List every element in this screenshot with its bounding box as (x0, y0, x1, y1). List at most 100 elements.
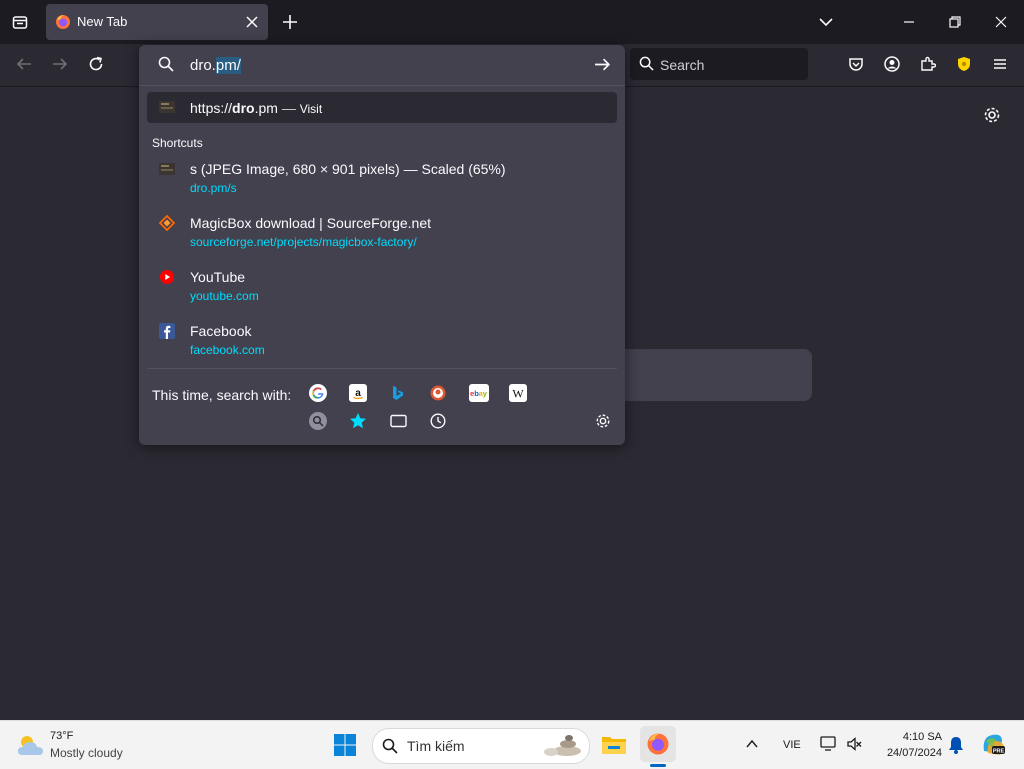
go-arrow-icon[interactable] (594, 56, 611, 73)
tab-new-tab[interactable]: New Tab (46, 4, 268, 40)
taskbar-firefox[interactable] (640, 726, 676, 762)
google-icon[interactable] (309, 384, 327, 402)
chevron-down-icon (819, 18, 833, 27)
search-with-label: This time, search with: (152, 387, 292, 403)
extensions-button[interactable] (914, 50, 942, 78)
close-icon (995, 16, 1007, 28)
bell-icon (949, 737, 963, 754)
account-button[interactable] (878, 50, 906, 78)
shortcut-url: sourceforge.net/projects/magicbox-factor… (190, 235, 417, 249)
shortcut-url: dro.pm/s (190, 181, 237, 195)
shortcuts-header: Shortcuts (152, 136, 203, 150)
youtube-icon (159, 269, 175, 285)
back-button[interactable] (10, 50, 38, 78)
newtab-search-box[interactable] (615, 349, 812, 401)
shortcut-item[interactable]: YouTube youtube.com (147, 264, 617, 310)
shortcut-title: YouTube (190, 269, 246, 285)
show-hidden-icons-button[interactable] (745, 737, 759, 756)
image-icon (159, 161, 175, 177)
shortcut-title: s (JPEG Image, 680 × 901 pixels) — Scale… (190, 161, 506, 177)
urlbar-popup: dro.pm/ https://dro.pm — Visit Shortcuts… (139, 45, 625, 445)
close-tab-icon[interactable] (246, 16, 258, 28)
clock-date: 24/07/2024 (886, 747, 942, 759)
tab-list-icon (12, 16, 28, 29)
copilot-icon: PRE (983, 734, 1005, 755)
volume-muted-icon (847, 737, 862, 751)
reload-button[interactable] (82, 50, 110, 78)
shortcut-url: youtube.com (190, 289, 259, 303)
search-icon (158, 56, 174, 72)
search-icon (639, 56, 654, 71)
input-language[interactable]: VIE (783, 739, 801, 751)
urlbar-typed-text: dro. (190, 57, 216, 74)
search-settings-gear-icon[interactable] (594, 412, 612, 430)
ebay-icon[interactable]: ebay (469, 384, 489, 402)
minimize-button[interactable] (895, 8, 923, 36)
shield-extension-button[interactable] (950, 50, 978, 78)
svg-text:y: y (483, 389, 488, 398)
list-all-tabs-button[interactable] (812, 8, 840, 36)
divider (147, 368, 617, 369)
search-icon (382, 738, 398, 754)
pocket-button[interactable] (842, 50, 870, 78)
pocket-icon (849, 58, 863, 71)
app-menu-button[interactable] (986, 50, 1014, 78)
arrow-right-icon (53, 58, 68, 70)
hamburger-menu-icon (994, 59, 1006, 69)
arrow-left-icon (16, 58, 31, 70)
urlbar[interactable]: dro.pm/ (139, 45, 625, 86)
taskbar-search[interactable]: Tìm kiếm (372, 728, 590, 764)
urlbar-autofill-selection: pm/ (215, 57, 241, 74)
search-highlight-icon (544, 735, 581, 756)
newtab-settings-button[interactable] (983, 106, 1001, 129)
notifications-button[interactable] (948, 736, 964, 759)
taskbar-file-explorer[interactable] (598, 729, 630, 761)
bing-icon[interactable] (389, 384, 407, 402)
minimize-icon (904, 21, 914, 23)
heuristic-result[interactable]: https://dro.pm — Visit (147, 92, 617, 123)
svg-text:a: a (355, 388, 361, 399)
weather-widget[interactable]: 73°F Mostly cloudy (14, 729, 164, 763)
sourceforge-icon (159, 215, 175, 231)
volume-muted-button[interactable] (846, 736, 862, 757)
shortcut-url: facebook.com (190, 343, 265, 357)
shortcut-title: Facebook (190, 323, 252, 339)
shortcut-item[interactable]: Facebook facebook.com (147, 318, 617, 364)
search-mode-icon[interactable] (309, 412, 327, 430)
taskbar-search-placeholder: Tìm kiếm (407, 738, 465, 754)
wikipedia-icon[interactable]: W (509, 384, 527, 402)
forward-button[interactable] (46, 50, 74, 78)
chevron-up-icon (746, 739, 758, 748)
weather-temp: 73°F (50, 730, 74, 742)
shortcut-item[interactable]: s (JPEG Image, 680 × 901 pixels) — Scale… (147, 156, 617, 202)
gear-icon (984, 107, 1000, 123)
network-disconnected-icon (820, 736, 836, 751)
shortcut-title: MagicBox download | SourceForge.net (190, 215, 431, 231)
clock-time: 4:10 SA (902, 731, 942, 743)
heuristic-title: https://dro.pm — Visit (190, 100, 323, 116)
amazon-icon[interactable]: a (349, 384, 367, 402)
taskbar-clock[interactable]: 4:10 SA 24/07/2024 (876, 729, 942, 763)
network-volume-tray[interactable] (820, 735, 838, 758)
new-tab-button[interactable] (276, 8, 304, 36)
tabs-icon[interactable] (389, 412, 407, 430)
image-icon (159, 99, 175, 115)
puzzle-icon (921, 56, 936, 71)
urlbar-input[interactable]: dro.pm/ (190, 57, 241, 74)
copilot-button[interactable]: PRE (980, 731, 1006, 762)
history-clock-icon[interactable] (429, 412, 447, 430)
tab-strip: New Tab (0, 0, 1024, 44)
close-window-button[interactable] (987, 8, 1015, 36)
web-search-box[interactable]: Search (630, 48, 808, 80)
windows-taskbar: 73°F Mostly cloudy Tìm kiếm VIE 4:10 SA … (0, 720, 1024, 769)
tab-list-button[interactable] (6, 8, 34, 36)
shortcut-item[interactable]: MagicBox download | SourceForge.net sour… (147, 210, 617, 256)
tab-title: New Tab (77, 14, 128, 29)
bookmarks-star-icon[interactable] (349, 412, 367, 430)
windows-logo-icon (334, 734, 356, 756)
duckduckgo-icon[interactable] (429, 384, 447, 402)
cloudy-weather-icon (18, 736, 43, 755)
start-button[interactable] (333, 733, 357, 762)
restore-button[interactable] (941, 8, 969, 36)
reload-icon (89, 56, 103, 71)
